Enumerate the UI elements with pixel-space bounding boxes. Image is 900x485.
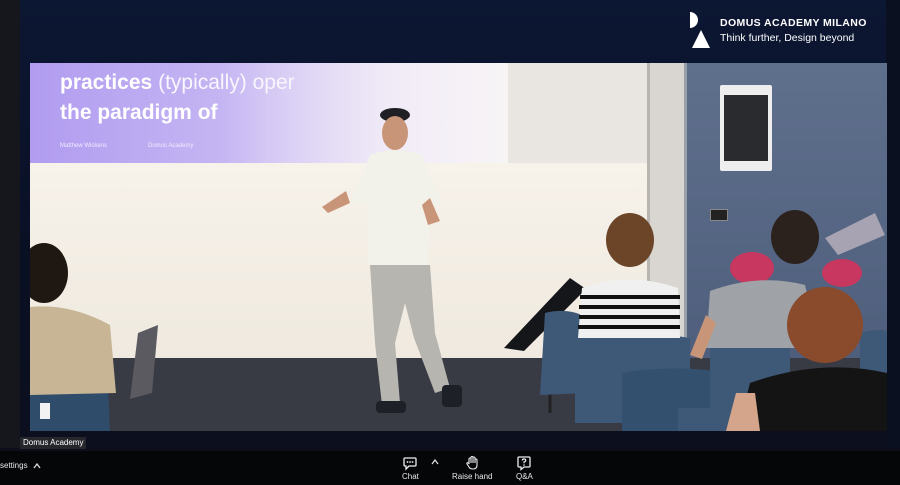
pink-chair: [822, 259, 862, 287]
chat-label: Chat: [402, 472, 419, 481]
audience-chair: [678, 408, 730, 431]
qa-icon: [517, 456, 532, 471]
video-stream[interactable]: practices (typically) oper the paradigm …: [30, 63, 887, 431]
qa-label: Q&A: [516, 472, 533, 481]
chat-button[interactable]: Chat: [402, 455, 419, 481]
audience-member-left: [30, 243, 116, 395]
brand-tagline: Think further, Design beyond: [720, 32, 855, 44]
paper-cup: [40, 403, 50, 419]
left-gutter: [0, 0, 20, 448]
participant-name-label: Domus Academy: [20, 437, 87, 449]
music-stand-back: [825, 213, 885, 255]
domus-logo-icon: [690, 12, 710, 48]
right-gutter: [886, 0, 900, 448]
raise-hand-label: Raise hand: [452, 472, 493, 481]
brand-name: DOMUS ACADEMY MILANO: [720, 17, 867, 29]
raise-hand-icon: [466, 455, 478, 470]
scene-figures: [30, 108, 887, 431]
audience-member-striped: [578, 213, 680, 338]
chat-icon: [403, 457, 418, 471]
qa-button[interactable]: Q&A: [516, 455, 533, 481]
audience-chair: [130, 325, 158, 399]
speaker-figure: [322, 108, 462, 413]
chevron-up-icon[interactable]: [431, 459, 439, 465]
branding: DOMUS ACADEMY MILANO Think further, Desi…: [688, 12, 878, 52]
settings-button[interactable]: settings: [0, 461, 41, 470]
meeting-toolbar: [0, 451, 900, 485]
raise-hand-button[interactable]: Raise hand: [452, 455, 492, 481]
pink-chair: [730, 252, 774, 284]
settings-label: settings: [0, 461, 28, 470]
chevron-up-icon: [33, 462, 41, 469]
